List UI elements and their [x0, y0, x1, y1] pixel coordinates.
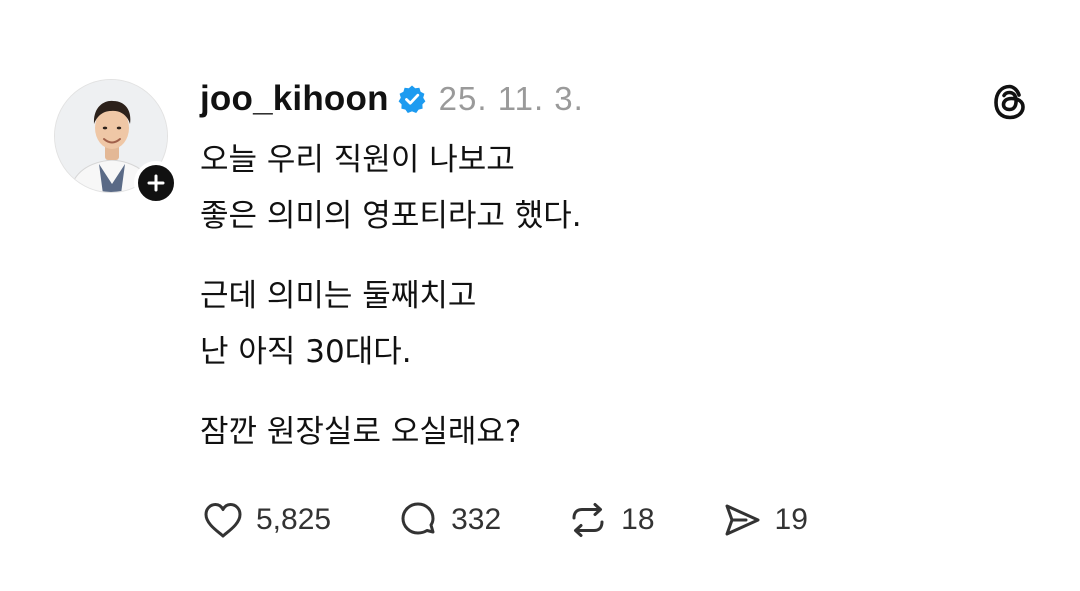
- repost-count: 18: [621, 503, 655, 536]
- threads-logo-icon: [988, 80, 1032, 124]
- post-text-line: 좋은 의미의 영포티라고 했다.: [200, 198, 582, 234]
- heart-icon: [200, 497, 246, 543]
- share-button[interactable]: 19: [719, 497, 808, 543]
- post-body: 오늘 우리 직원이 나보고 좋은 의미의 영포티라고 했다. 근데 의미는 둘째…: [200, 132, 960, 460]
- send-icon: [719, 497, 765, 543]
- share-count: 19: [774, 503, 808, 536]
- like-button[interactable]: 5,825: [200, 497, 331, 543]
- post-paragraph: 잠깐 원장실로 오실래요?: [200, 404, 960, 460]
- threads-post: joo_kihoon 25. 11. 3. 오늘 우리 직원이 나보고 좋은 의…: [0, 0, 1080, 591]
- post-text-line: 근데 의미는 둘째치고: [200, 278, 477, 314]
- post-paragraph: 근데 의미는 둘째치고 난 아직 30대다.: [200, 268, 960, 380]
- username[interactable]: joo_kihoon: [200, 79, 389, 119]
- verified-badge-icon: [397, 84, 427, 114]
- post-header: joo_kihoon 25. 11. 3.: [200, 74, 584, 124]
- post-text-line: 잠깐 원장실로 오실래요?: [200, 414, 522, 450]
- avatar-container[interactable]: [54, 79, 178, 205]
- post-text-line: 난 아직 30대다.: [200, 334, 412, 370]
- follow-button[interactable]: [134, 161, 178, 205]
- reply-count: 332: [451, 503, 502, 536]
- post-text-line: 오늘 우리 직원이 나보고: [200, 142, 515, 178]
- repost-button[interactable]: 18: [565, 497, 655, 543]
- comment-bubble-icon: [395, 497, 441, 543]
- like-count: 5,825: [256, 503, 332, 536]
- action-bar: 5,825 332 18 19: [200, 494, 872, 546]
- post-paragraph: 오늘 우리 직원이 나보고 좋은 의미의 영포티라고 했다.: [200, 132, 960, 244]
- post-date: 25. 11. 3.: [438, 80, 584, 117]
- reply-button[interactable]: 332: [395, 497, 501, 543]
- repost-icon: [565, 497, 611, 543]
- plus-icon: [147, 174, 165, 192]
